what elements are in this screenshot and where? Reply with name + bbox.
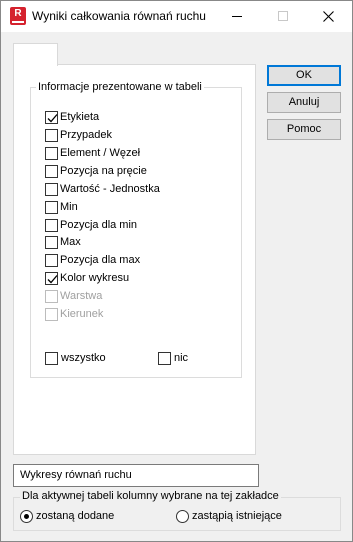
checkbox-all-label: wszystko (61, 352, 106, 364)
checkbox-label: Pozycja dla max (60, 254, 141, 266)
checkmark-icon (47, 114, 58, 123)
table-name-field[interactable]: Wykresy równań ruchu (13, 464, 259, 487)
checkbox-box[interactable] (45, 352, 58, 365)
radio-button-replace[interactable] (176, 510, 189, 523)
columns-groupbox-legend: Informacje prezentowane w tabeli (36, 81, 204, 93)
checkbox-label: Pozycja na pręcie (60, 165, 147, 177)
checkbox-box[interactable] (45, 272, 58, 285)
tab-active[interactable] (13, 43, 58, 66)
checkbox-label: Max (60, 236, 81, 248)
ok-button[interactable]: OK (267, 65, 341, 86)
checkmark-icon (47, 275, 58, 284)
app-icon: R (10, 7, 26, 25)
maximize-button (260, 1, 306, 32)
checkbox-box[interactable] (45, 129, 58, 142)
checkbox-box[interactable] (158, 352, 171, 365)
checkbox-box[interactable] (45, 236, 58, 249)
radio-add-label: zostaną dodane (36, 510, 115, 522)
checkbox-label: Wartość - Jednostka (60, 183, 160, 195)
title-bar: R Wyniki całkowania równań ruchu (1, 1, 352, 32)
window-title: Wyniki całkowania równań ruchu (32, 9, 206, 23)
checkbox-label: Kierunek (60, 308, 104, 320)
checkbox-label: Element / Węzeł (60, 147, 141, 159)
checkbox-box[interactable] (45, 111, 58, 124)
checkbox-label: Min (60, 201, 78, 213)
minimize-button[interactable] (214, 1, 260, 32)
checkbox-label: Przypadek (60, 129, 112, 141)
checkbox-label: Warstwa (60, 290, 103, 302)
checkbox-label: Kolor wykresu (60, 272, 130, 284)
checkbox-box[interactable] (45, 201, 58, 214)
apply-mode-legend: Dla aktywnej tabeli kolumny wybrane na t… (20, 490, 281, 502)
cancel-button[interactable]: Anuluj (267, 92, 341, 113)
checkbox-box[interactable] (45, 183, 58, 196)
help-button[interactable]: Pomoc (267, 119, 341, 140)
checkbox-box (45, 290, 58, 303)
radio-button-add[interactable] (20, 510, 33, 523)
radio-replace-label: zastąpią istniejące (192, 510, 282, 522)
checkbox-box[interactable] (45, 219, 58, 232)
checkbox-label: Etykieta (60, 111, 100, 123)
checkbox-box[interactable] (45, 254, 58, 267)
checkbox-label: Pozycja dla min (60, 219, 138, 231)
maximize-icon (278, 11, 288, 21)
close-button[interactable] (306, 1, 352, 32)
minimize-icon (232, 16, 242, 17)
checkbox-box[interactable] (45, 165, 58, 178)
checkbox-box (45, 308, 58, 321)
checkbox-box[interactable] (45, 147, 58, 160)
close-icon (323, 11, 334, 22)
checkbox-none-label: nic (174, 352, 189, 364)
